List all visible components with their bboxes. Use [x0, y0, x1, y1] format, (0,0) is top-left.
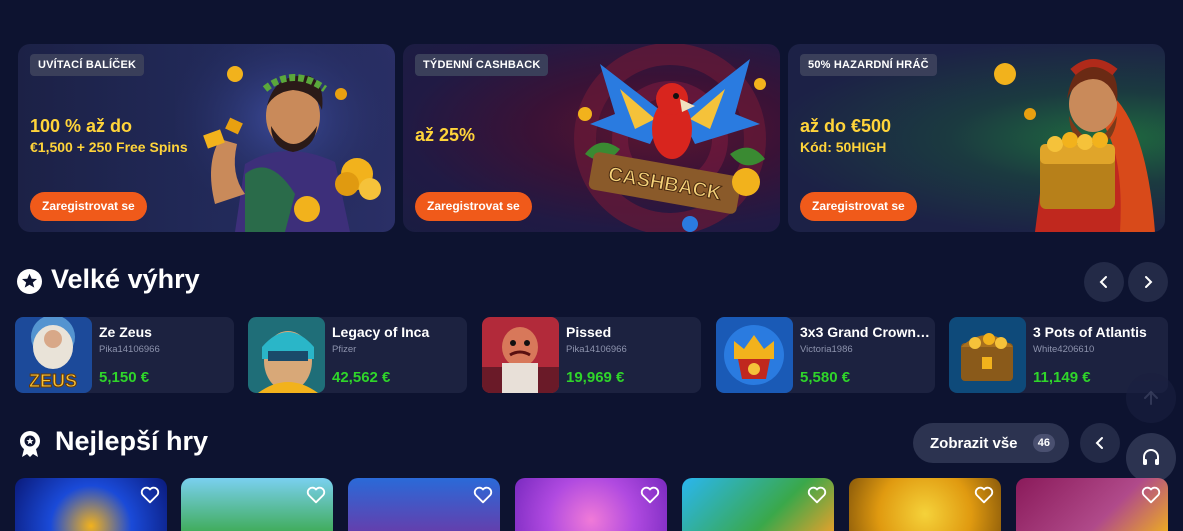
- win-game-name: Ze Zeus: [99, 324, 152, 340]
- win-game-name: 3 Pots of Atlantis: [1033, 324, 1147, 340]
- win-amount: 11,149 €: [1033, 369, 1091, 386]
- promo-headline: až 25%: [415, 125, 476, 145]
- game-card[interactable]: [348, 478, 500, 531]
- headset-icon: [1143, 449, 1159, 465]
- win-amount: 5,580 €: [800, 369, 851, 386]
- heart-icon[interactable]: [305, 484, 327, 506]
- win-game-name: 3x3 Grand Crown: Hold & Win: [800, 324, 930, 340]
- win-game-name: Pissed: [566, 324, 612, 340]
- game-thumbnail: [949, 317, 1026, 393]
- heart-icon[interactable]: [639, 484, 661, 506]
- highroller-hero-illustration: [994, 59, 1155, 232]
- cashback-parrot-illustration: CASHBACK: [574, 44, 766, 232]
- big-wins-list: ZEUS Ze Zeus Pika14106966 5,150 € Legacy…: [15, 317, 1183, 393]
- heart-icon[interactable]: [806, 484, 828, 506]
- chevron-left-icon: [1095, 437, 1103, 449]
- star-icon: [17, 269, 42, 294]
- chevron-right-icon: [1145, 276, 1153, 288]
- game-card[interactable]: [515, 478, 667, 531]
- promo-subline: Kód: 50HIGH: [800, 139, 887, 155]
- game-card[interactable]: [15, 478, 167, 531]
- top-games-list: [15, 478, 1183, 531]
- top-games-title: Nejlepší hry: [55, 426, 209, 456]
- win-player-name: Pika14106966: [566, 344, 627, 355]
- heart-icon[interactable]: [973, 484, 995, 506]
- heart-icon[interactable]: [139, 484, 161, 506]
- game-card[interactable]: [1016, 478, 1168, 531]
- welcome-hero-illustration: [175, 44, 395, 232]
- thumbnail-logo-text: ZEUS: [29, 371, 77, 391]
- big-win-card[interactable]: Pissed Pika14106966 19,969 €: [482, 317, 701, 393]
- promo-banners: UVÍTACÍ BALÍČEK 100 % až do €1,500 + 250…: [18, 44, 1165, 232]
- big-win-card[interactable]: ZEUS Ze Zeus Pika14106966 5,150 €: [15, 317, 234, 393]
- promo-card-cashback[interactable]: CASHBACK TÝDENNÍ CASHBACK až 25% Zaregis…: [403, 44, 780, 232]
- win-player-name: Pfizer: [332, 344, 357, 355]
- register-button[interactable]: Zaregistrovat se: [30, 192, 147, 221]
- medal-icon: [20, 431, 40, 457]
- view-all-button[interactable]: Zobrazit vše 46: [913, 423, 1069, 463]
- big-win-card[interactable]: 3x3 Grand Crown: Hold & Win Victoria1986…: [716, 317, 935, 393]
- game-thumbnail: ZEUS: [15, 317, 92, 393]
- register-button[interactable]: Zaregistrovat se: [800, 192, 917, 221]
- game-thumbnail: [716, 317, 793, 393]
- promo-card-welcome[interactable]: UVÍTACÍ BALÍČEK 100 % až do €1,500 + 250…: [18, 44, 395, 232]
- view-all-label: Zobrazit vše: [930, 434, 1018, 452]
- win-amount: 5,150 €: [99, 369, 150, 386]
- game-card[interactable]: [849, 478, 1001, 531]
- big-wins-next-button[interactable]: [1128, 262, 1168, 302]
- win-player-name: Victoria1986: [800, 344, 853, 355]
- promo-card-highroller[interactable]: 50% HAZARDNÍ HRÁČ až do €500 Kód: 50HIGH…: [788, 44, 1165, 232]
- promo-subline: €1,500 + 250 Free Spins: [30, 139, 188, 155]
- big-wins-prev-button[interactable]: [1084, 262, 1124, 302]
- arrow-up-icon: [1144, 390, 1158, 405]
- win-game-name: Legacy of Inca: [332, 324, 430, 340]
- top-games-prev-button[interactable]: [1080, 423, 1120, 463]
- game-thumbnail: [482, 317, 559, 393]
- win-player-name: White4206610: [1033, 344, 1095, 355]
- big-win-card[interactable]: Legacy of Inca Pfizer 42,562 €: [248, 317, 467, 393]
- big-wins-title: Velké výhry: [51, 264, 200, 294]
- win-amount: 19,969 €: [566, 369, 625, 386]
- heart-icon[interactable]: [472, 484, 494, 506]
- register-button[interactable]: Zaregistrovat se: [415, 192, 532, 221]
- support-chat-button[interactable]: [1126, 433, 1176, 483]
- scroll-top-button[interactable]: [1126, 373, 1176, 423]
- games-count-badge: 46: [1032, 434, 1055, 452]
- promo-tag: 50% HAZARDNÍ HRÁČ: [800, 54, 937, 76]
- heart-icon[interactable]: [1140, 484, 1162, 506]
- game-card[interactable]: [181, 478, 333, 531]
- promo-tag: TÝDENNÍ CASHBACK: [415, 54, 549, 76]
- chevron-left-icon: [1099, 276, 1107, 288]
- game-thumbnail: [248, 317, 325, 393]
- game-card[interactable]: [682, 478, 834, 531]
- win-amount: 42,562 €: [332, 369, 391, 386]
- promo-headline: až do €500: [800, 116, 892, 136]
- win-player-name: Pika14106966: [99, 344, 160, 355]
- promo-headline: 100 % až do: [30, 116, 133, 136]
- promo-tag: UVÍTACÍ BALÍČEK: [30, 54, 145, 76]
